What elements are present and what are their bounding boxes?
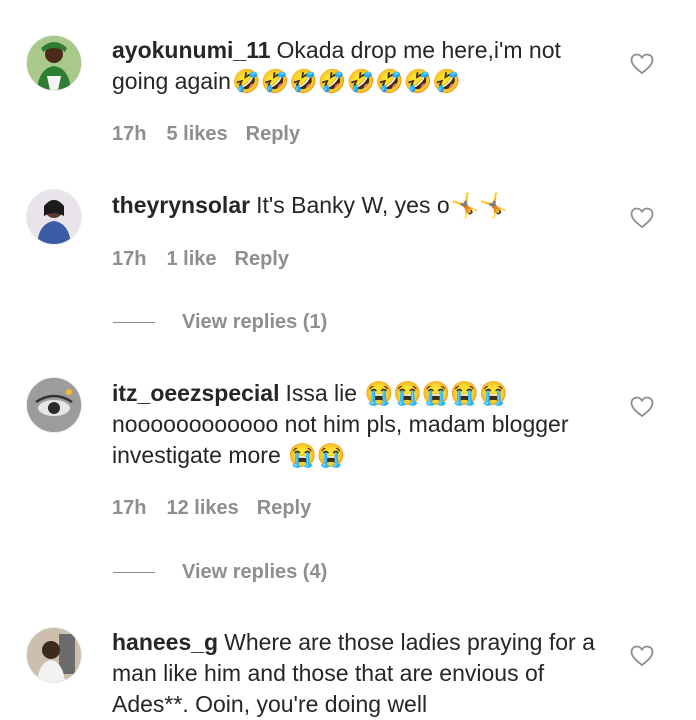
reply-button[interactable]: Reply xyxy=(246,123,300,145)
comment-emojis: 🤸🤸 xyxy=(450,192,508,218)
avatar[interactable] xyxy=(27,628,81,682)
heart-icon[interactable] xyxy=(630,207,654,229)
comment-emojis-end: 😭😭 xyxy=(288,442,346,468)
comment-emojis: 😭😭😭😭😭 xyxy=(364,380,508,406)
likes-count[interactable]: 5 likes xyxy=(166,123,227,145)
comment-time: 17h xyxy=(112,248,147,270)
likes-count[interactable]: 1 like xyxy=(166,248,216,270)
comment-emojis: 🤣🤣🤣🤣🤣🤣🤣🤣 xyxy=(231,68,462,94)
comment-meta: 17h 12 likes Reply xyxy=(112,497,329,520)
replies-divider xyxy=(113,322,155,323)
likes-count[interactable]: 12 likes xyxy=(166,497,238,519)
comment-meta: 17h 1 like Reply xyxy=(112,248,307,271)
comment-meta: 17h 5 likes Reply xyxy=(112,123,318,146)
comment-text: itz_oeezspecial Issa lie 😭😭😭😭😭 nooooooooo… xyxy=(112,378,617,471)
heart-icon[interactable] xyxy=(630,396,654,418)
replies-divider xyxy=(113,572,155,573)
comment-username[interactable]: theyrynsolar xyxy=(112,192,250,218)
comment-text: theyrynsolar It's Banky W, yes o🤸🤸 xyxy=(112,190,617,221)
reply-button[interactable]: Reply xyxy=(235,248,289,270)
reply-button[interactable]: Reply xyxy=(257,497,311,519)
view-replies-button[interactable]: View replies (1) xyxy=(113,311,327,334)
view-replies-label[interactable]: View replies (1) xyxy=(182,311,327,334)
comment-body: It's Banky W, yes o xyxy=(256,192,450,218)
comment-time: 17h xyxy=(112,123,147,145)
view-replies-button[interactable]: View replies (4) xyxy=(113,561,327,584)
comment-body: Issa lie xyxy=(285,380,358,406)
avatar[interactable] xyxy=(27,190,81,244)
view-replies-label[interactable]: View replies (4) xyxy=(182,561,327,584)
avatar[interactable] xyxy=(27,378,81,432)
comment-username[interactable]: itz_oeezspecial xyxy=(112,380,279,406)
comment-time: 17h xyxy=(112,497,147,519)
heart-icon[interactable] xyxy=(630,53,654,75)
comment-username[interactable]: ayokunumi_11 xyxy=(112,37,271,63)
avatar[interactable] xyxy=(27,36,81,90)
comment-text: ayokunumi_11 Okada drop me here,i'm not g… xyxy=(112,35,617,97)
comment-username[interactable]: hanees_g xyxy=(112,629,218,655)
comment-text: hanees_g Where are those ladies praying f… xyxy=(112,627,617,720)
heart-icon[interactable] xyxy=(630,645,654,667)
